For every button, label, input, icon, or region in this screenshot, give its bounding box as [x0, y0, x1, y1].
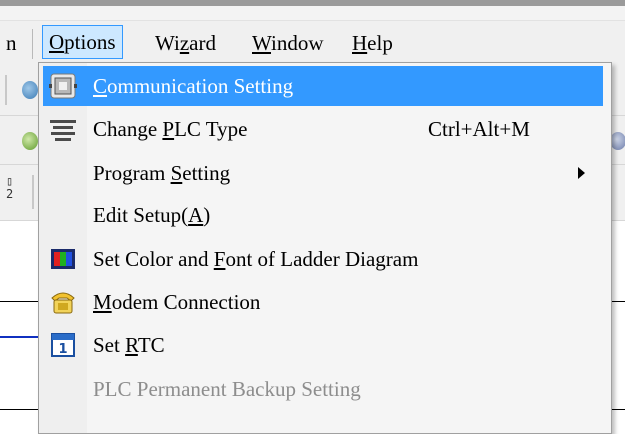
- ladder-rung-line-blue: [0, 336, 40, 338]
- menu-item-label: Set Color and Font of Ladder Diagram: [93, 247, 419, 271]
- toolbar-separator: [5, 75, 7, 105]
- toolbar-separator: [32, 175, 34, 209]
- globe-icon[interactable]: [22, 81, 38, 99]
- menu-item-label: Edit Setup(A): [93, 203, 211, 227]
- menu-item-shortcut: Ctrl+Alt+M: [428, 117, 530, 141]
- stacked-number-icon[interactable]: ▯ 2: [6, 175, 22, 201]
- calendar-icon: 1: [49, 331, 77, 359]
- blue-circle-icon[interactable]: [610, 132, 625, 150]
- ladder-rung-line: [0, 409, 40, 410]
- menu-item-edit-setup[interactable]: Edit Setup(A): [43, 195, 603, 235]
- options-dropdown-menu: Communication Setting Change PLC Type Ct…: [38, 62, 612, 434]
- submenu-arrow-icon: [578, 167, 585, 179]
- menu-window[interactable]: Window: [246, 27, 329, 59]
- menu-wizard[interactable]: Wizard: [149, 27, 222, 59]
- plc-type-icon: [49, 115, 77, 143]
- modem-icon: [49, 288, 77, 316]
- color-bars-icon: [49, 245, 77, 273]
- menu-item-label: Change PLC Type: [93, 117, 248, 141]
- menu-bar: n Options Wizard Window Help: [0, 21, 625, 65]
- menu-item-label: Set RTC: [93, 333, 165, 357]
- menu-item-modem-connection[interactable]: Modem Connection: [43, 282, 603, 322]
- ladder-rung-line: [610, 409, 625, 410]
- menu-item-label: PLC Permanent Backup Setting: [93, 377, 361, 401]
- window-title-strip: [0, 6, 625, 21]
- ladder-rung-line: [0, 301, 40, 302]
- communication-icon: [49, 72, 77, 100]
- ladder-rung-line: [610, 301, 625, 302]
- svg-text:1: 1: [58, 342, 67, 357]
- menu-item-set-color-font[interactable]: Set Color and Font of Ladder Diagram: [43, 239, 603, 279]
- menu-item-communication-setting[interactable]: Communication Setting: [43, 66, 603, 106]
- menu-item-label: Modem Connection: [93, 290, 261, 314]
- menu-item-label: Communication Setting: [93, 74, 294, 98]
- green-circle-icon[interactable]: [22, 132, 38, 150]
- menu-options[interactable]: Options: [42, 25, 123, 59]
- menu-item-partial[interactable]: n: [0, 27, 23, 59]
- menu-item-plc-permanent-backup: PLC Permanent Backup Setting: [43, 369, 603, 409]
- menu-help[interactable]: Help: [346, 27, 399, 59]
- menu-separator: [32, 29, 33, 59]
- menu-item-label: Program Setting: [93, 161, 231, 185]
- menu-item-change-plc-type[interactable]: Change PLC Type Ctrl+Alt+M: [43, 109, 603, 149]
- menu-item-set-rtc[interactable]: 1 Set RTC: [43, 325, 603, 365]
- menu-item-program-setting[interactable]: Program Setting: [43, 153, 603, 193]
